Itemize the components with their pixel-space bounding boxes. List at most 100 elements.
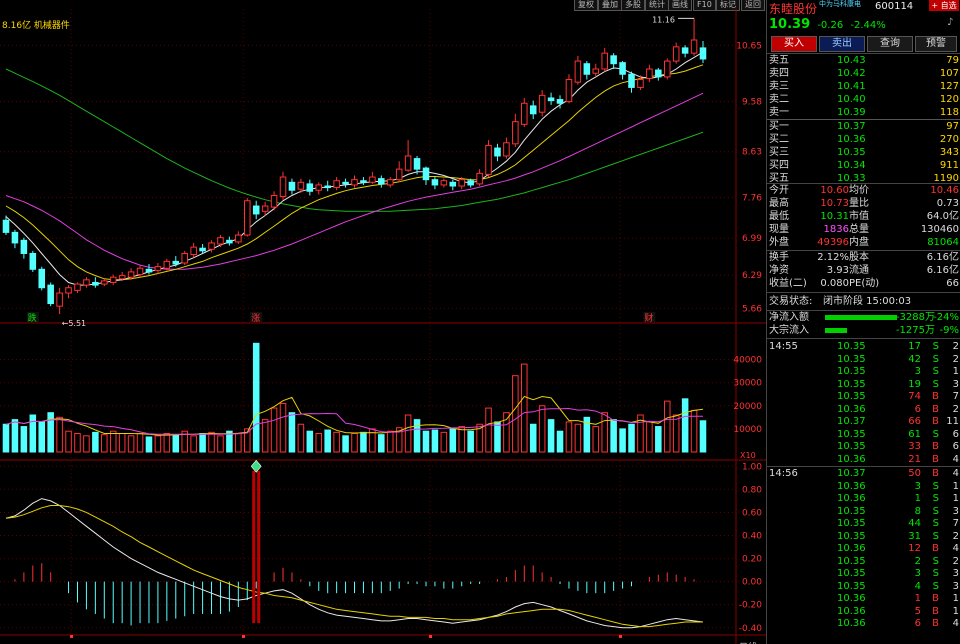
tick-side: S bbox=[932, 568, 939, 579]
date-marker bbox=[70, 635, 73, 638]
ma5-line bbox=[5, 51, 704, 286]
stat-row: 换手 2.12% 股本 6.16亿 bbox=[769, 252, 959, 263]
tick-volume: 74 bbox=[908, 391, 921, 402]
kline-chart[interactable]: 10.65 9.58 8.63 7.76 6.99 6.29 5.66 40000 30000 2… bbox=[0, 9, 766, 644]
ask-volume: 118 bbox=[939, 107, 959, 118]
candle-body bbox=[655, 69, 662, 78]
bid-price: 10.36 bbox=[837, 134, 866, 145]
ask-price: 10.43 bbox=[837, 55, 866, 66]
tick-price: 10.35 bbox=[837, 518, 866, 529]
ask-row: 卖四 10.42 107 bbox=[767, 67, 960, 80]
candle-body bbox=[261, 205, 269, 212]
candle-body bbox=[690, 39, 698, 54]
ask-price: 10.39 bbox=[837, 107, 866, 118]
volume-bar bbox=[136, 433, 144, 453]
trade-status: 交易状态: 闭市阶段 15:00:03 bbox=[769, 296, 912, 307]
tick-row: 10.35 42 S 2 bbox=[767, 353, 960, 366]
price-tick-label: 9.58 bbox=[742, 98, 762, 108]
macd-tick-label: 0.60 bbox=[742, 508, 762, 518]
volume-bar bbox=[485, 407, 492, 453]
tick-side: B bbox=[932, 416, 939, 427]
tick-price: 10.35 bbox=[837, 378, 866, 390]
event-marker: 跌 bbox=[28, 313, 37, 324]
candle-body bbox=[297, 181, 305, 190]
bid-row: 买三 10.35 343 bbox=[767, 146, 960, 159]
stock-name: 东睦股份 bbox=[769, 2, 818, 16]
candle-body bbox=[583, 63, 591, 75]
stat-row: 净资 3.93 流通 6.16亿 bbox=[769, 265, 959, 276]
tick-count: 1 bbox=[952, 480, 959, 492]
tick-list[interactable]: 14:55 10.35 17 S 2 10.35 42 S 2 10.35 3 S 1 10.35 19 S 3… bbox=[767, 340, 960, 644]
volume-bar bbox=[279, 402, 287, 453]
volume-unit-label: X10 bbox=[740, 451, 756, 460]
stock-tag: 中为马科康电 bbox=[819, 0, 861, 8]
stat-row: 收益(二) 0.080 PE(动) 66 bbox=[769, 278, 959, 289]
candle-body bbox=[503, 142, 510, 157]
tick-price: 10.35 bbox=[837, 441, 866, 452]
candle-body bbox=[681, 47, 689, 54]
price-change: -0.26 bbox=[817, 20, 844, 31]
tick-time: 14:55 bbox=[769, 341, 798, 352]
ask-label: 卖五 bbox=[769, 55, 789, 66]
volume-bar bbox=[190, 435, 197, 453]
candle-body bbox=[538, 94, 546, 113]
candle-body bbox=[467, 180, 474, 186]
tick-side: B bbox=[932, 468, 939, 479]
volume-bar bbox=[92, 431, 99, 453]
tick-count: 1 bbox=[952, 493, 959, 504]
volume-bar bbox=[47, 412, 54, 453]
bid-volume: 97 bbox=[946, 121, 959, 132]
query-button[interactable]: 查询 bbox=[867, 36, 913, 52]
tick-row: 10.35 2 S 2 bbox=[767, 555, 960, 568]
bell-icon[interactable]: ♪ bbox=[947, 17, 957, 28]
tick-count: 2 bbox=[952, 530, 959, 542]
volume-bar bbox=[118, 433, 126, 453]
volume-bar bbox=[440, 431, 448, 453]
ask-price: 10.41 bbox=[837, 81, 866, 92]
volume-bar bbox=[297, 423, 305, 453]
volume-bar bbox=[404, 414, 412, 453]
candle-body bbox=[154, 266, 162, 271]
tick-count: 3 bbox=[952, 378, 959, 390]
tick-count: 2 bbox=[952, 353, 959, 365]
tick-volume: 61 bbox=[908, 428, 921, 440]
tick-price: 10.36 bbox=[837, 618, 866, 629]
tick-price: 10.37 bbox=[837, 468, 866, 479]
add-favorite-button[interactable]: + 自选 bbox=[929, 0, 959, 11]
date-marker bbox=[429, 635, 432, 638]
volume-bar bbox=[699, 420, 707, 453]
tick-side: B bbox=[932, 441, 939, 452]
volume-bar bbox=[351, 433, 358, 453]
dea-line bbox=[5, 505, 703, 628]
flow-label: 大宗流入 bbox=[769, 325, 809, 336]
volume-bar bbox=[288, 412, 296, 453]
alert-button[interactable]: 预警 bbox=[915, 36, 957, 52]
ma10-line bbox=[5, 64, 704, 281]
buy-button[interactable]: 买入 bbox=[771, 36, 817, 52]
tick-side: S bbox=[932, 493, 939, 504]
ask-label: 卖一 bbox=[769, 107, 789, 118]
tick-volume: 21 bbox=[908, 453, 921, 465]
tick-side: S bbox=[932, 580, 939, 592]
low-annotation: ←5.51 bbox=[62, 319, 87, 328]
candle-body bbox=[628, 73, 635, 88]
sell-button[interactable]: 卖出 bbox=[819, 36, 865, 52]
tick-row: 10.36 5 B 1 bbox=[767, 605, 960, 618]
volume-bar bbox=[235, 433, 242, 453]
tick-price: 10.36 bbox=[837, 605, 866, 617]
tick-price: 10.35 bbox=[837, 530, 866, 542]
candle-body bbox=[476, 172, 483, 185]
tick-count: 2 bbox=[952, 555, 959, 567]
candle-body bbox=[226, 239, 233, 244]
volume-bar bbox=[38, 421, 46, 453]
bid-label: 买一 bbox=[769, 121, 789, 132]
signal-gem-icon bbox=[250, 459, 262, 473]
signal-bar bbox=[252, 470, 256, 623]
volume-bar bbox=[217, 435, 224, 453]
volume-bar bbox=[574, 423, 582, 453]
chart-header: 8.16亿 机械器件 bbox=[2, 18, 70, 31]
candle-body bbox=[92, 281, 99, 286]
candle-body bbox=[449, 181, 457, 187]
tick-count: 7 bbox=[952, 391, 959, 402]
date-marker bbox=[242, 635, 245, 638]
